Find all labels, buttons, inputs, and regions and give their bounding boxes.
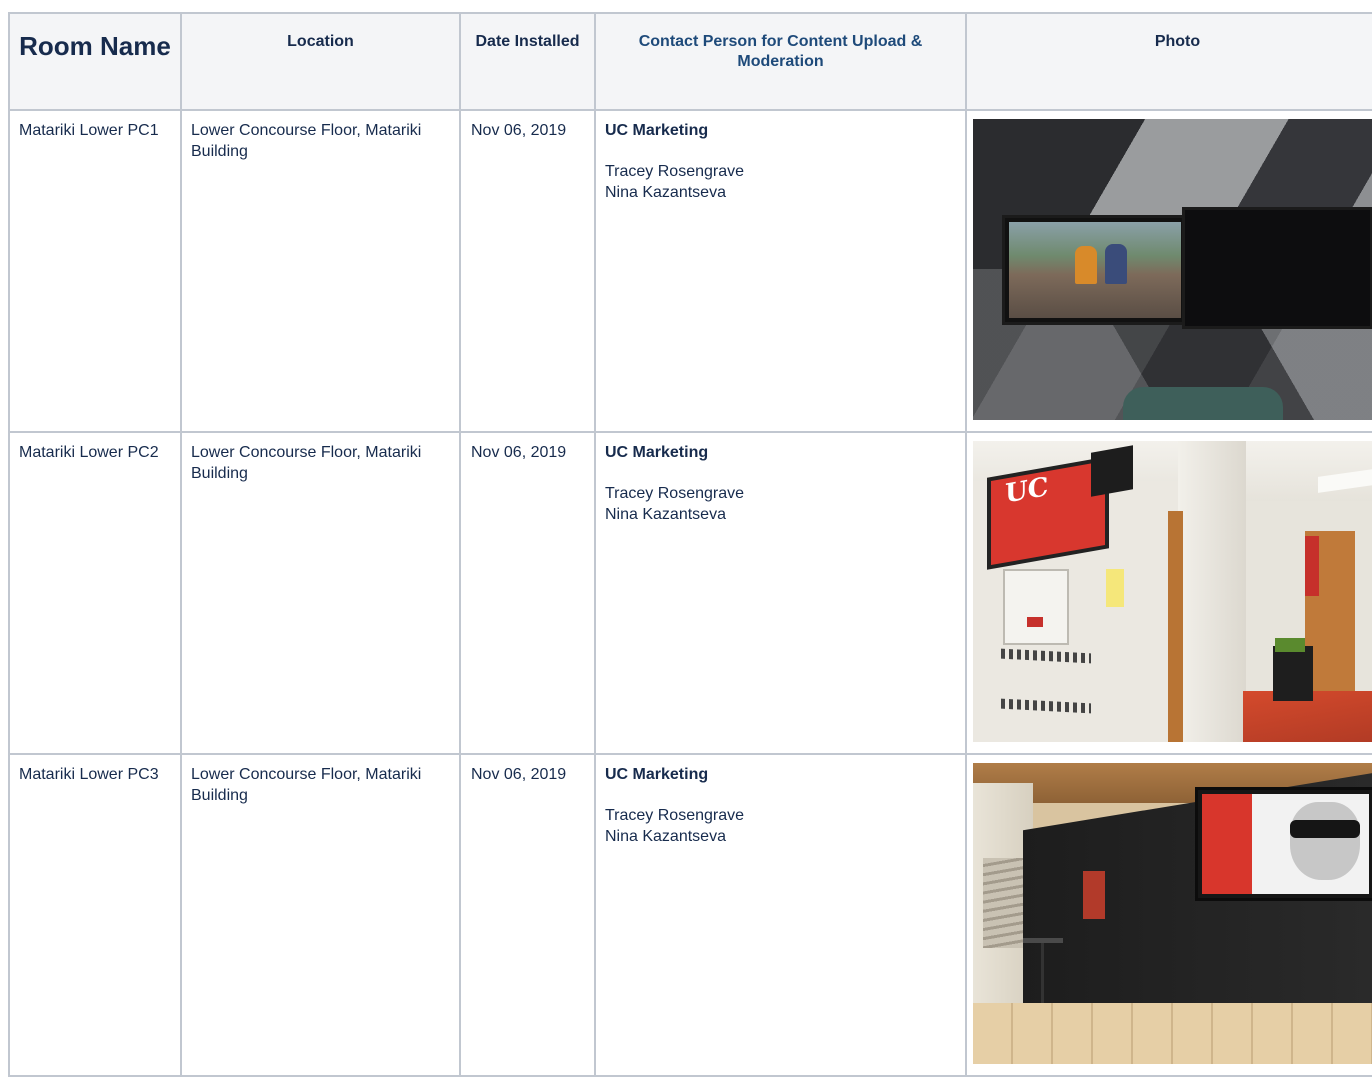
room-name: Matariki Lower PC1	[19, 122, 159, 139]
room-name-cell: Matariki Lower PC3	[8, 753, 182, 1077]
photo-cell: UC	[965, 431, 1372, 755]
room-name: Matariki Lower PC2	[19, 444, 159, 461]
contact-name: Tracey Rosengrave	[605, 807, 745, 824]
table-row: Matariki Lower PC2 Lower Concourse Floor…	[8, 431, 1372, 755]
date-installed: Nov 06, 2019	[471, 122, 567, 139]
digital-signage-table: Room Name Location Date Installed Contac…	[8, 12, 1372, 1077]
location-cell: Lower Concourse Floor, Matariki Building	[180, 753, 461, 1077]
contact-name: Nina Kazantseva	[605, 506, 726, 523]
photo-cell	[965, 109, 1372, 433]
room-name-cell: Matariki Lower PC2	[8, 431, 182, 755]
contact-name: Tracey Rosengrave	[605, 163, 745, 180]
photo-cell	[965, 753, 1372, 1077]
date-installed: Nov 06, 2019	[471, 766, 567, 783]
content-table-wrapper: Room Name Location Date Installed Contac…	[8, 12, 1372, 1077]
wall-mounted-screens-photo[interactable]	[973, 119, 1372, 420]
contact-name: Nina Kazantseva	[605, 828, 726, 845]
header-date-installed[interactable]: Date Installed	[459, 12, 596, 111]
contact-name: Tracey Rosengrave	[605, 485, 745, 502]
tv-screen-on	[1002, 215, 1188, 325]
contact-org: UC Marketing	[605, 122, 709, 139]
fire-cabinet	[1003, 569, 1069, 645]
date-cell: Nov 06, 2019	[459, 753, 596, 1077]
location-text: Lower Concourse Floor, Matariki Building	[191, 444, 422, 482]
room-name-cell: Matariki Lower PC1	[8, 109, 182, 433]
header-contact-person[interactable]: Contact Person for Content Upload & Mode…	[594, 12, 967, 111]
contact-cell: UC Marketing Tracey Rosengrave Nina Kaza…	[594, 109, 967, 433]
contact-org: UC Marketing	[605, 444, 709, 461]
date-cell: Nov 06, 2019	[459, 431, 596, 755]
date-cell: Nov 06, 2019	[459, 109, 596, 433]
location-text: Lower Concourse Floor, Matariki Building	[191, 122, 422, 160]
header-room-name[interactable]: Room Name	[8, 12, 182, 111]
tv-screen	[1195, 787, 1372, 901]
contact-name: Nina Kazantseva	[605, 184, 726, 201]
date-installed: Nov 06, 2019	[471, 444, 567, 461]
uc-logo: UC	[1005, 471, 1049, 510]
table-row: Matariki Lower PC1 Lower Concourse Floor…	[8, 109, 1372, 433]
table-row: Matariki Lower PC3 Lower Concourse Floor…	[8, 753, 1372, 1077]
header-location[interactable]: Location	[180, 12, 461, 111]
contact-cell: UC Marketing Tracey Rosengrave Nina Kaza…	[594, 431, 967, 755]
table-header-row: Room Name Location Date Installed Contac…	[8, 12, 1372, 111]
tv-screen-off	[1182, 207, 1372, 329]
location-text: Lower Concourse Floor, Matariki Building	[191, 766, 422, 804]
location-cell: Lower Concourse Floor, Matariki Building	[180, 431, 461, 755]
contact-cell: UC Marketing Tracey Rosengrave Nina Kaza…	[594, 753, 967, 1077]
black-wall-screen-photo[interactable]	[973, 763, 1372, 1064]
location-cell: Lower Concourse Floor, Matariki Building	[180, 109, 461, 433]
header-photo[interactable]: Photo	[965, 12, 1372, 111]
contact-org: UC Marketing	[605, 766, 709, 783]
hallway-screen-photo[interactable]: UC	[973, 441, 1372, 742]
room-name: Matariki Lower PC3	[19, 766, 159, 783]
